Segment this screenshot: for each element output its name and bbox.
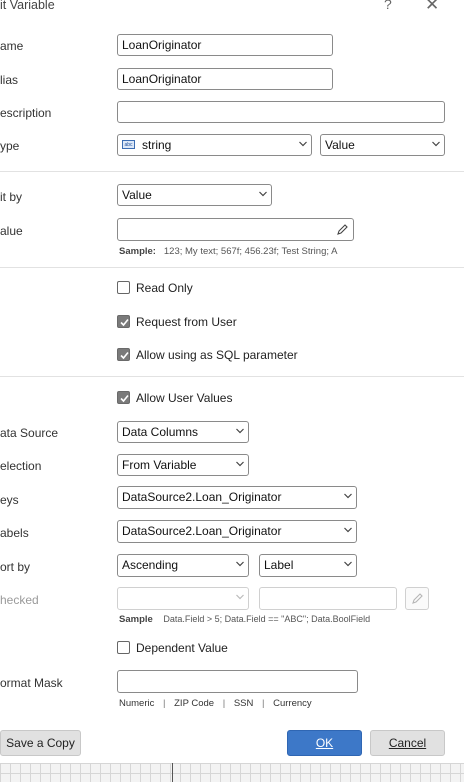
string-type-icon: abc [122,140,135,149]
labels-value: DataSource2.Loan_Originator [122,524,282,538]
chevron-down-icon [432,141,440,148]
chevron-down-icon [299,141,307,148]
alias-input[interactable]: LoanOriginator [117,68,333,90]
data-source-value: Data Columns [122,425,199,439]
value-sample-hint: Sample: 123; My text; 567f; 456.23f; Tes… [119,246,337,257]
chevron-down-icon [236,428,244,435]
section-divider [0,171,464,172]
sort-order-value: Ascending [122,558,179,572]
type-kind-select[interactable]: Value [320,134,445,156]
keys-value: DataSource2.Loan_Originator [122,490,282,504]
dialog-title-bar: it Variable ? ✕ [0,0,464,14]
data-source-select[interactable]: Data Columns [117,421,249,443]
pencil-icon [412,593,423,607]
init-by-select[interactable]: Value [117,184,272,206]
mask-preset-zip[interactable]: ZIP Code [174,698,214,709]
allow-user-values-label: Allow User Values [136,391,233,405]
chevron-down-icon [236,561,244,568]
allow-user-values-checkbox[interactable] [117,391,130,404]
checked-sample-hint: Sample Data.Field > 5; Data.Field == "AB… [119,614,370,625]
selection-label: election [0,459,42,473]
type-select-value: string [142,138,172,152]
keys-select[interactable]: DataSource2.Loan_Originator [117,486,357,509]
read-only-checkbox[interactable] [117,281,130,294]
labels-label: abels [0,526,29,540]
dependent-value-checkbox[interactable] [117,641,130,654]
type-label: ype [0,139,20,153]
sort-by-label: ort by [0,560,31,574]
dialog-title: it Variable [0,0,55,12]
cancel-button[interactable]: Cancel [370,730,445,756]
init-by-value: Value [122,188,152,202]
save-a-copy-button[interactable]: Save a Copy [0,730,81,756]
preset-separator: | [163,698,166,709]
chevron-down-icon [344,493,352,500]
checked-expression-edit-button[interactable] [405,587,429,610]
pencil-icon[interactable] [337,224,348,238]
sort-order-select[interactable]: Ascending [117,554,249,577]
preset-separator: | [262,698,265,709]
type-select[interactable]: abc string [117,134,312,156]
chevron-down-icon [236,594,244,601]
value-label: alue [0,224,23,238]
sort-field-value: Label [264,558,294,572]
allow-sql-parameter-label: Allow using as SQL parameter [136,348,298,362]
checked-expression-input[interactable] [259,587,397,610]
checked-select[interactable] [117,587,249,610]
cancel-button-label: Cancel [388,736,427,750]
preset-separator: | [222,698,226,709]
labels-select[interactable]: DataSource2.Loan_Originator [117,520,357,543]
read-only-label: Read Only [136,281,193,295]
mask-presets: Numeric | ZIP Code | SSN | Currency [119,698,312,709]
keys-label: eys [0,493,19,507]
designer-guide-line [172,763,173,782]
section-divider [0,267,464,268]
checked-sample-label: Sample [119,614,153,625]
mask-preset-currency[interactable]: Currency [273,698,312,709]
mask-preset-numeric[interactable]: Numeric [119,698,154,709]
sort-field-select[interactable]: Label [259,554,357,577]
request-from-user-checkbox[interactable] [117,315,130,328]
mask-preset-ssn[interactable]: SSN [234,698,254,709]
init-by-label: it by [0,190,23,204]
checked-sample-text: Data.Field > 5; Data.Field == "ABC"; Dat… [163,614,371,624]
section-divider [0,376,464,377]
alias-label: lias [0,73,19,87]
format-mask-label: ormat Mask [0,676,63,690]
sample-label: Sample: [119,246,156,257]
name-input[interactable]: LoanOriginator [117,34,333,56]
chevron-down-icon [236,461,244,468]
value-input[interactable] [117,218,354,241]
chevron-down-icon [344,561,352,568]
request-from-user-label: Request from User [136,315,237,329]
ok-button[interactable]: OK [287,730,362,756]
description-input[interactable] [117,101,445,123]
chevron-down-icon [259,191,267,198]
format-mask-input[interactable] [117,670,358,693]
sample-text: 123; My text; 567f; 456.23f; Test String… [163,246,338,257]
checked-label: hecked [0,593,39,607]
allow-sql-parameter-checkbox[interactable] [117,348,130,361]
type-kind-value: Value [325,138,355,152]
close-icon[interactable]: ✕ [425,0,439,15]
data-source-label: ata Source [0,426,59,440]
name-label: ame [0,39,24,53]
dependent-value-label: Dependent Value [136,641,228,655]
designer-grid-background [0,763,464,782]
selection-select[interactable]: From Variable [117,454,249,476]
description-label: escription [0,106,52,120]
chevron-down-icon [344,527,352,534]
ok-button-label: OK [315,736,334,750]
selection-value: From Variable [122,458,197,472]
help-icon[interactable]: ? [384,0,392,12]
